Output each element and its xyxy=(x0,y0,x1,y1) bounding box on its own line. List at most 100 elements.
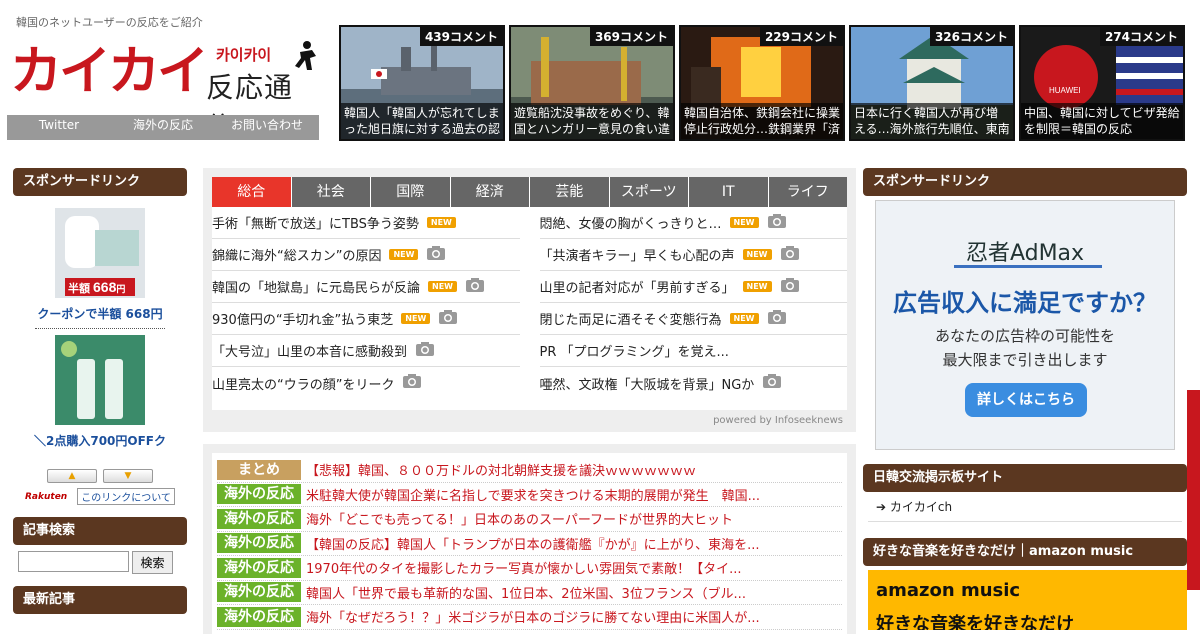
side-edge-tab[interactable] xyxy=(1187,390,1200,590)
news-item-title: PR 「プログラミング」を覚え... xyxy=(539,345,729,360)
tab-general[interactable]: 総合 xyxy=(212,177,292,207)
featured-thumbnails: 439コメント 韓国人「韓国人が忘れてしまった旭日旗に対する過去の認 369コメ… xyxy=(339,25,1185,141)
article-title-link[interactable]: 【韓国の反応】韓国人「トランプが日本の護衛艦『かが』に上がり、東海を... xyxy=(306,534,760,553)
article-list-item[interactable]: 海外の反応 海外「どこでも売ってる！」日本のあのスーパーフードが世界的大ヒット xyxy=(217,507,842,532)
admax-ad[interactable]: 忍者AdMax 広告収入に満足ですか？ あなたの広告枠の可能性を 最大限まで引き… xyxy=(875,200,1175,450)
news-item[interactable]: 閉じた両足に酒そそぐ変態行為 NEW xyxy=(539,303,847,335)
article-list-item[interactable]: 海外の反応 海外「なぜだろう！？」米ゴジラが日本のゴジラに勝てない理由に米国人が.… xyxy=(217,605,842,630)
camera-icon xyxy=(394,373,422,393)
featured-thumb[interactable]: 369コメント 遊覧船沈没事故をめぐり、韓国とハンガリー意見の食い違 xyxy=(509,25,675,141)
article-list-item[interactable]: 海外の反応 1970年代のタイを撮影したカラー写真が懐かしい雰囲気で素敵！【タイ.… xyxy=(217,556,842,581)
article-list-item[interactable]: まとめ 【悲報】韓国、８００万ドルの対北朝鮮支援を議決ｗｗｗｗｗｗｗ xyxy=(217,458,842,483)
article-list-item[interactable]: 海外の反応 【韓国の反応】韓国人「トランプが日本の護衛艦『かが』に上がり、東海を.… xyxy=(217,532,842,556)
new-badge: NEW xyxy=(742,281,772,292)
article-list: まとめ 【悲報】韓国、８００万ドルの対北朝鮮支援を議決ｗｗｗｗｗｗｗ 海外の反応 米駐… xyxy=(212,453,847,634)
new-badge: NEW xyxy=(742,249,772,260)
article-title-link[interactable]: 韓国人「世界で最も革新的な国、1位日本、2位米国、3位フランス（ブル... xyxy=(306,583,746,602)
article-list-item[interactable]: 海外の反応 米駐韓大使が韓国企業に名指しで要求を突きつける末期的展開が発生 韓国.… xyxy=(217,483,842,507)
amazon-music-logo: amazon music xyxy=(876,580,1021,601)
camera-icon xyxy=(772,277,800,297)
category-badge: 海外の反応 xyxy=(217,533,301,554)
featured-thumb[interactable]: 326コメント 日本に行く韓国人が再び増える…海外旅行先順位、東南ア xyxy=(849,25,1015,141)
board-link[interactable]: ➔ カイカイch xyxy=(868,492,1182,522)
article-title-link[interactable]: 【悲報】韓国、８００万ドルの対北朝鮮支援を議決ｗｗｗｗｗｗｗ xyxy=(306,460,696,479)
comment-count: 274コメント xyxy=(1099,27,1183,46)
news-item-title: 韓国の「地獄島」に元島民らが反論 xyxy=(212,281,421,296)
tab-society[interactable]: 社会 xyxy=(291,177,371,207)
featured-thumb[interactable]: 229コメント 韓国自治体、鉄鋼会社に操業停止行政処分…鉄鋼業界「済 xyxy=(679,25,845,141)
news-item[interactable]: 山里亮太の“ウラの顔”をリーク xyxy=(212,367,520,399)
huawei-logo-text: HUAWEI xyxy=(1049,86,1081,95)
amazon-music-ad[interactable]: amazon music 好きな音楽を好きなだけ xyxy=(868,570,1187,630)
featured-thumb[interactable]: 439コメント 韓国人「韓国人が忘れてしまった旭日旗に対する過去の認 xyxy=(339,25,505,141)
article-list-item[interactable]: 海外の反応 韓国人「世界で最も革新的な国、1位日本、2位米国、3位フランス（ブル.… xyxy=(217,581,842,605)
ad-bottle-text[interactable]: ＼2点購入700円OFFク xyxy=(13,432,187,449)
news-item-title: 山里亮太の“ウラの顔”をリーク xyxy=(212,377,395,393)
board-heading: 日韓交流掲示板サイト xyxy=(863,464,1187,492)
arrow-up-icon[interactable]: ▲ xyxy=(47,469,97,483)
sponsor-ad-mask[interactable]: 半額 668円 クーポンで半額 668円 xyxy=(13,208,187,322)
logo-kana-text: 카이카이 xyxy=(216,46,272,64)
ad-mask-image: 半額 668円 xyxy=(55,208,145,298)
ad-subtext-2: 最大限まで引き出します xyxy=(942,351,1108,369)
right-sidebar: スポンサードリンク 忍者AdMax 広告収入に満足ですか？ あなたの広告枠の可能… xyxy=(863,168,1187,630)
comment-count: 326コメント xyxy=(929,27,1013,46)
camera-icon xyxy=(754,373,782,393)
ad-price-label: 半額 xyxy=(68,281,90,295)
news-item[interactable]: 錦織に海外“総スカン”の原因 NEW xyxy=(212,239,520,271)
new-badge: NEW xyxy=(729,217,759,228)
ad-details-button[interactable]: 詳しくはこちら xyxy=(965,383,1087,417)
category-badge: 海外の反応 xyxy=(217,557,301,578)
about-link-button[interactable]: このリンクについて xyxy=(77,488,175,505)
ad-underline xyxy=(954,265,1102,268)
news-item[interactable]: 「大号泣」山里の本音に感動殺到 xyxy=(212,335,520,367)
music-heading: 好きな音楽を好きなだけ｜amazon music xyxy=(863,538,1187,566)
news-item[interactable]: 唖然、文政権「大阪城を背景」NGか xyxy=(540,367,848,399)
camera-icon xyxy=(759,213,787,233)
camera-icon xyxy=(407,341,435,361)
new-badge: NEW xyxy=(426,217,456,228)
nav-contact[interactable]: お問い合わせ xyxy=(215,115,319,140)
article-title-link[interactable]: 1970年代のタイを撮影したカラー写真が懐かしい雰囲気で素敵！【タイ... xyxy=(306,558,741,577)
news-item-title: 悶絶、女優の胸がくっきりと… xyxy=(539,217,722,232)
news-item[interactable]: 韓国の「地獄島」に元島民らが反論 NEW xyxy=(212,271,520,303)
comment-count: 369コメント xyxy=(589,27,673,46)
tab-economy[interactable]: 経済 xyxy=(450,177,530,207)
amazon-music-tagline: 好きな音楽を好きなだけ xyxy=(876,614,1074,630)
search-input[interactable] xyxy=(18,551,129,572)
search-button[interactable]: 検索 xyxy=(132,551,173,574)
tab-it[interactable]: IT xyxy=(689,177,769,207)
ad-mask-text[interactable]: クーポンで半額 668円 xyxy=(13,305,187,322)
arrow-down-icon[interactable]: ▼ xyxy=(103,469,153,483)
news-item[interactable]: 930億円の“手切れ金”払う東芝 NEW xyxy=(212,303,520,335)
article-title-link[interactable]: 海外「どこでも売ってる！」日本のあのスーパーフードが世界的大ヒット xyxy=(306,509,733,528)
news-item[interactable]: 悶絶、女優の胸がくっきりと… NEW xyxy=(539,207,847,239)
comment-count: 229コメント xyxy=(759,27,843,46)
news-item[interactable]: 山里の記者対応が「男前すぎる」 NEW xyxy=(539,271,847,303)
thumb-caption: 中国、韓国に対してビザ発給を制限＝韓国の反応 xyxy=(1021,103,1183,139)
site-logo[interactable]: カイカイ 카이카이 反応通信 xyxy=(10,40,320,144)
running-figure-icon xyxy=(295,41,316,70)
news-item-title: 「共演者キラー」早くも心配の声 xyxy=(539,249,735,264)
tab-international[interactable]: 国際 xyxy=(371,177,451,207)
nav-twitter[interactable]: Twitter xyxy=(7,115,111,140)
news-item[interactable]: PR 「プログラミング」を覚え... xyxy=(539,335,847,367)
news-item[interactable]: 手術「無断で放送」にTBS争う姿勢 NEW xyxy=(212,207,520,239)
news-item-title: 930億円の“手切れ金”払う東芝 xyxy=(212,313,394,328)
article-title-link[interactable]: 海外「なぜだろう！？」米ゴジラが日本のゴジラに勝てない理由に米国人が... xyxy=(306,607,760,626)
tab-sports[interactable]: スポーツ xyxy=(609,177,689,207)
thumb-caption: 韓国自治体、鉄鋼会社に操業停止行政処分…鉄鋼業界「済 xyxy=(681,103,843,139)
tab-life[interactable]: ライフ xyxy=(768,177,847,207)
nav-overseas-reaction[interactable]: 海外の反応 xyxy=(111,115,215,140)
featured-thumb[interactable]: HUAWEI 274コメント 中国、韓国に対してビザ発給を制限＝韓国の反応 xyxy=(1019,25,1185,141)
news-column-right: 悶絶、女優の胸がくっきりと… NEW 「共演者キラー」早くも心配の声 NEW 山里の記者… xyxy=(539,207,848,399)
sponsor-ad-bottle[interactable]: ＼2点購入700円OFFク xyxy=(13,335,187,449)
article-title-link[interactable]: 米駐韓大使が韓国企業に名指しで要求を突きつける末期的展開が発生 韓国... xyxy=(306,485,760,504)
news-item[interactable]: 「共演者キラー」早くも心配の声 NEW xyxy=(539,239,847,271)
tab-entertainment[interactable]: 芸能 xyxy=(530,177,610,207)
camera-icon xyxy=(759,309,787,329)
sponsor-heading: スポンサードリンク xyxy=(863,168,1187,196)
category-badge: 海外の反応 xyxy=(217,582,301,603)
category-badge: まとめ xyxy=(217,459,301,480)
news-item-title: 手術「無断で放送」にTBS争う姿勢 xyxy=(212,217,419,232)
